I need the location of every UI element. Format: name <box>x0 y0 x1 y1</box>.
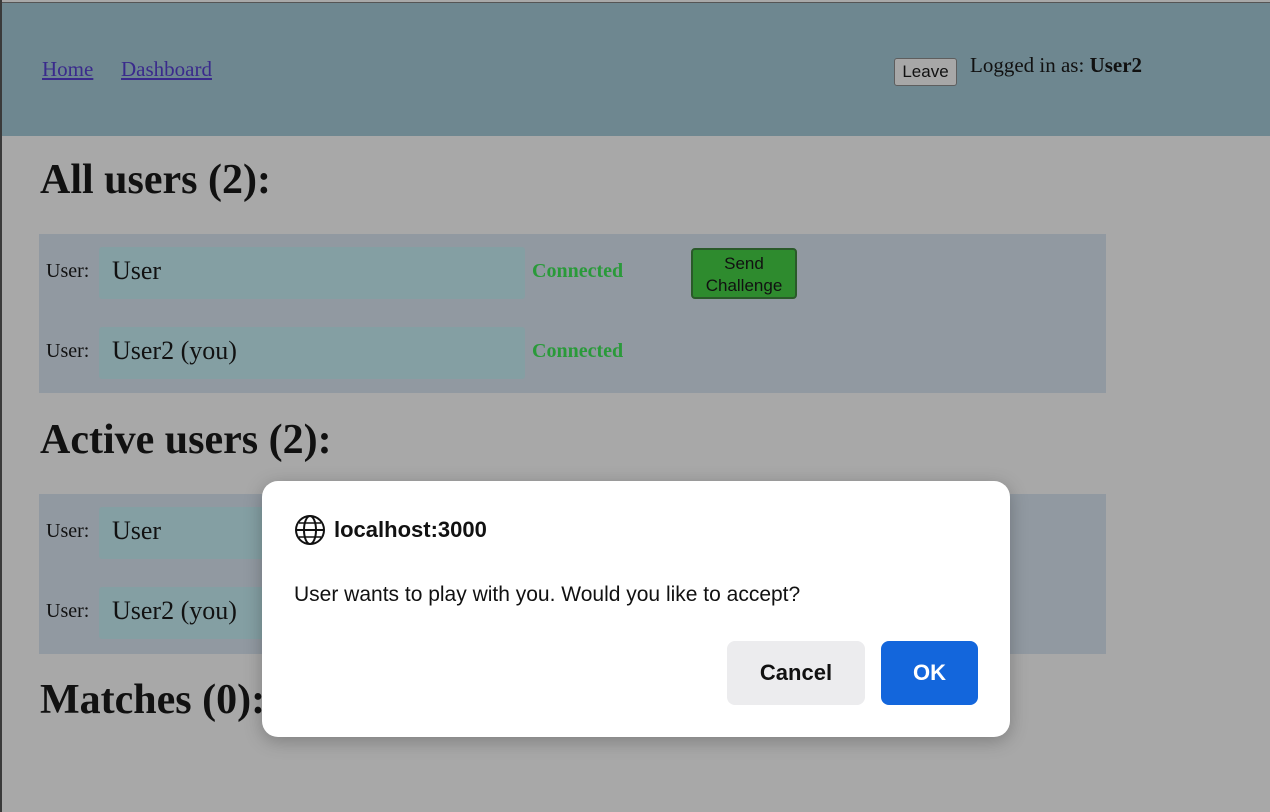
matches-title: Matches (0): <box>40 677 266 723</box>
dialog-origin: localhost:3000 <box>334 517 487 542</box>
active-users-title: Active users (2): <box>40 417 332 463</box>
user-row-label: User: <box>46 600 90 622</box>
user-row-label: User: <box>46 260 90 282</box>
logged-in-status: Logged in as: User2 <box>970 53 1142 78</box>
user-row-label: User: <box>46 340 90 362</box>
user-row-name: User2 (you) <box>99 327 525 379</box>
all-users-panel: User: User Connected Send Challenge User… <box>39 234 1106 393</box>
nav-dashboard-link[interactable]: Dashboard <box>121 57 212 82</box>
dialog-message: User wants to play with you. Would you l… <box>294 583 801 606</box>
ok-button[interactable]: OK <box>881 641 978 705</box>
top-nav-bar: Home Dashboard Leave Logged in as: User2 <box>2 2 1270 136</box>
user-row-status: Connected <box>532 260 624 282</box>
cancel-button[interactable]: Cancel <box>727 641 865 705</box>
logged-in-prefix: Logged in as: <box>970 53 1090 77</box>
logged-in-username: User2 <box>1089 53 1143 77</box>
send-challenge-button[interactable]: Send Challenge <box>691 248 797 299</box>
user-row-status: Connected <box>532 340 624 362</box>
globe-icon <box>295 515 325 545</box>
confirm-dialog: localhost:3000 User wants to play with y… <box>262 481 1010 737</box>
nav-home-link[interactable]: Home <box>42 57 93 82</box>
all-users-title: All users (2): <box>40 157 271 203</box>
user-row-name: User <box>99 247 525 299</box>
leave-button[interactable]: Leave <box>894 58 957 86</box>
user-row-label: User: <box>46 520 90 542</box>
